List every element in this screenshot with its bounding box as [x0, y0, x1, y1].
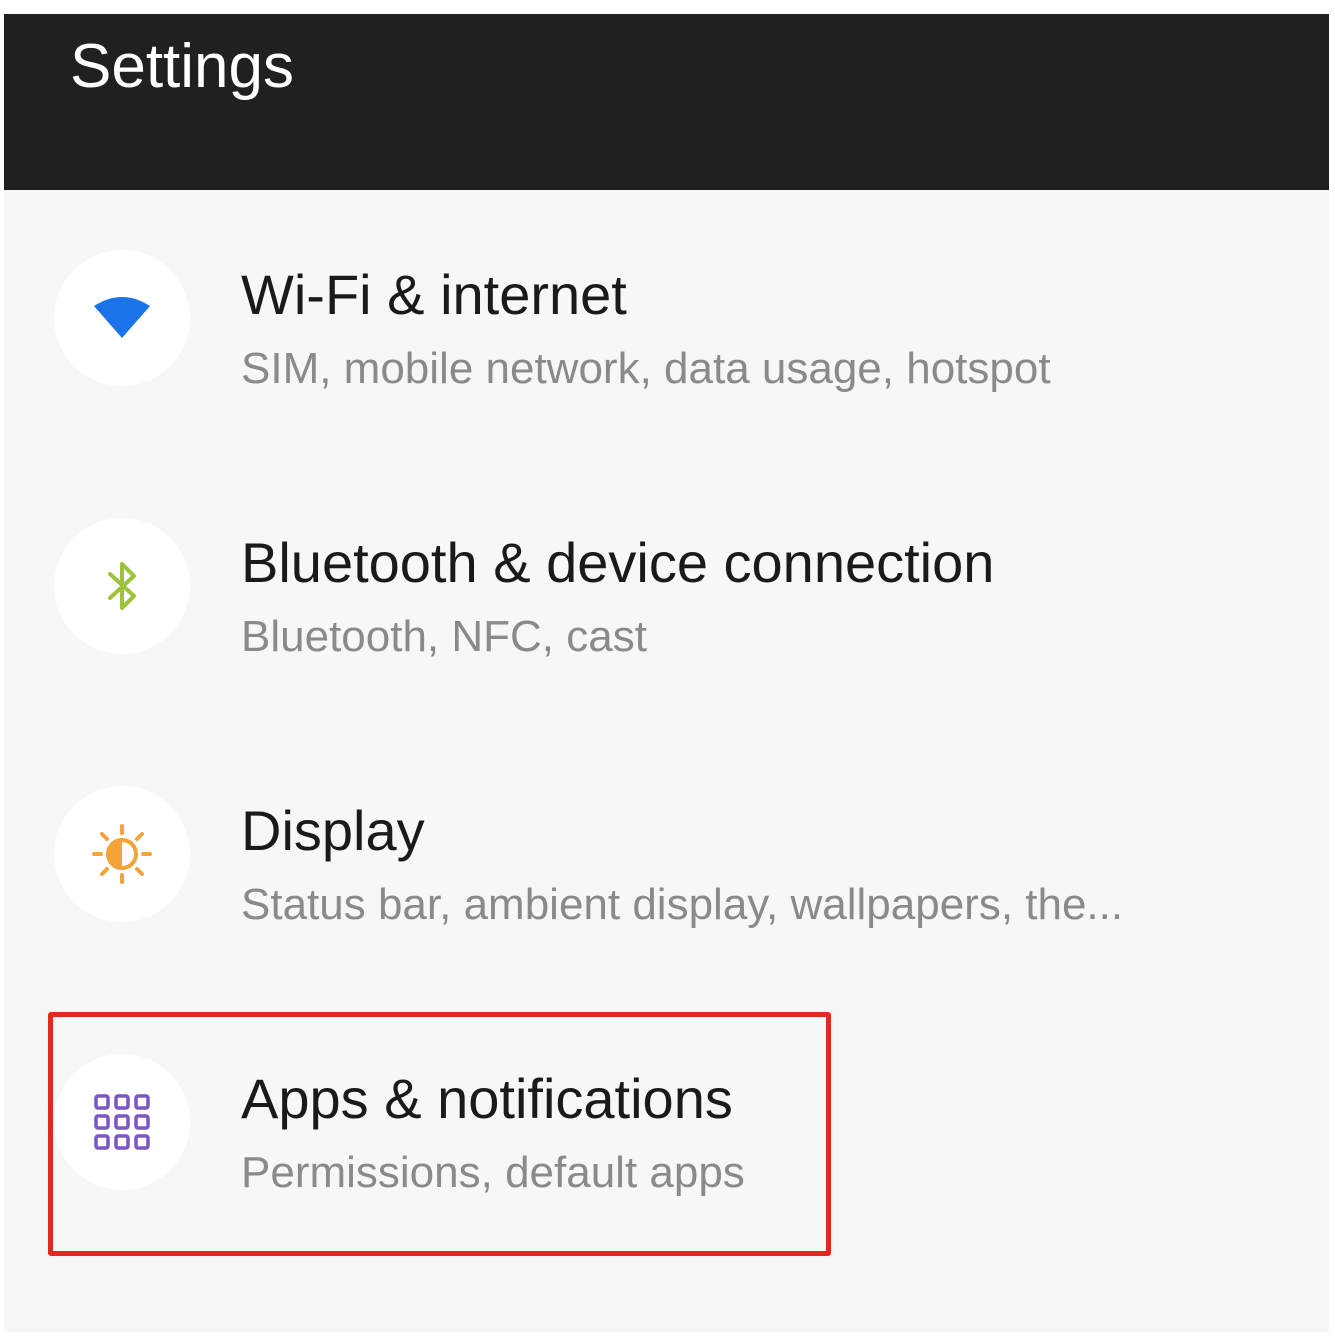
icon-circle [54, 786, 190, 922]
wifi-icon [94, 297, 150, 338]
app-bar: Settings [4, 14, 1329, 190]
item-subtitle: SIM, mobile network, data usage, hotspot [241, 344, 1051, 393]
item-title: Wi-Fi & internet [241, 263, 627, 326]
bluetooth-icon [108, 562, 136, 610]
settings-screen: Settings Wi-Fi & internet SIM, mobile ne… [4, 14, 1329, 1332]
brightness-icon [92, 824, 152, 884]
highlight-box [48, 1012, 831, 1256]
settings-item-wifi-internet[interactable]: Wi-Fi & internet SIM, mobile network, da… [4, 190, 1329, 458]
item-subtitle: Bluetooth, NFC, cast [241, 612, 647, 661]
item-title: Bluetooth & device connection [241, 531, 995, 594]
page-title: Settings [70, 32, 295, 101]
item-title: Display [241, 799, 425, 862]
icon-circle [54, 518, 190, 654]
item-subtitle: Status bar, ambient display, wallpapers,… [241, 880, 1124, 929]
settings-item-display[interactable]: Display Status bar, ambient display, wal… [4, 726, 1329, 994]
icon-circle [54, 250, 190, 386]
settings-item-bluetooth[interactable]: Bluetooth & device connection Bluetooth,… [4, 458, 1329, 726]
